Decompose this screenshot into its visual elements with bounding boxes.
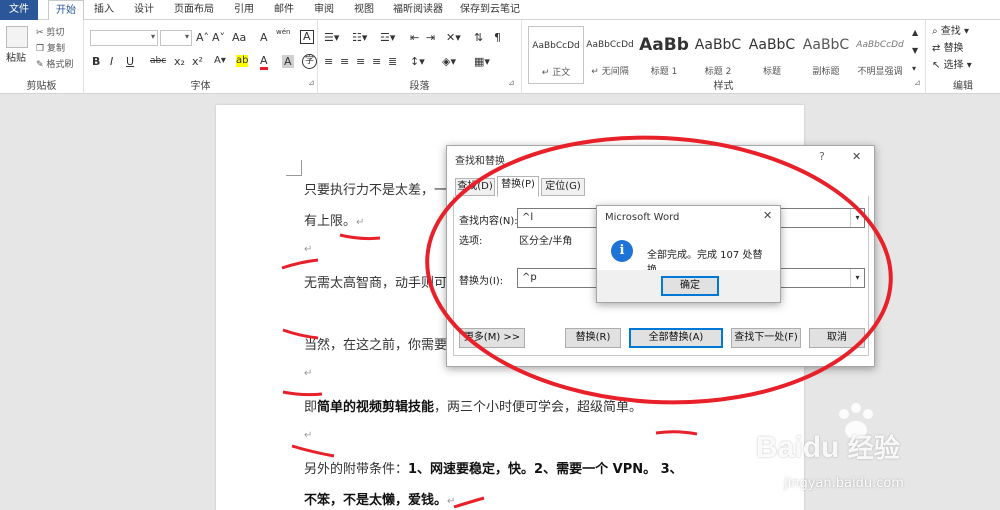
annotation-ellipse [425, 135, 893, 405]
annotation-stroke [282, 390, 323, 397]
annotation-stroke [655, 430, 698, 436]
baidu-jingyan-watermark: Baidu 经验 jingyan.baidu.com [742, 400, 992, 510]
watermark-brand: Baidu 经验 [756, 431, 900, 464]
annotation-stroke [291, 444, 335, 458]
annotation-stroke [453, 496, 485, 509]
annotation-stroke [339, 233, 381, 241]
annotation-stroke [282, 328, 319, 340]
annotation-stroke [281, 258, 319, 270]
watermark-url: jingyan.baidu.com [784, 476, 904, 491]
